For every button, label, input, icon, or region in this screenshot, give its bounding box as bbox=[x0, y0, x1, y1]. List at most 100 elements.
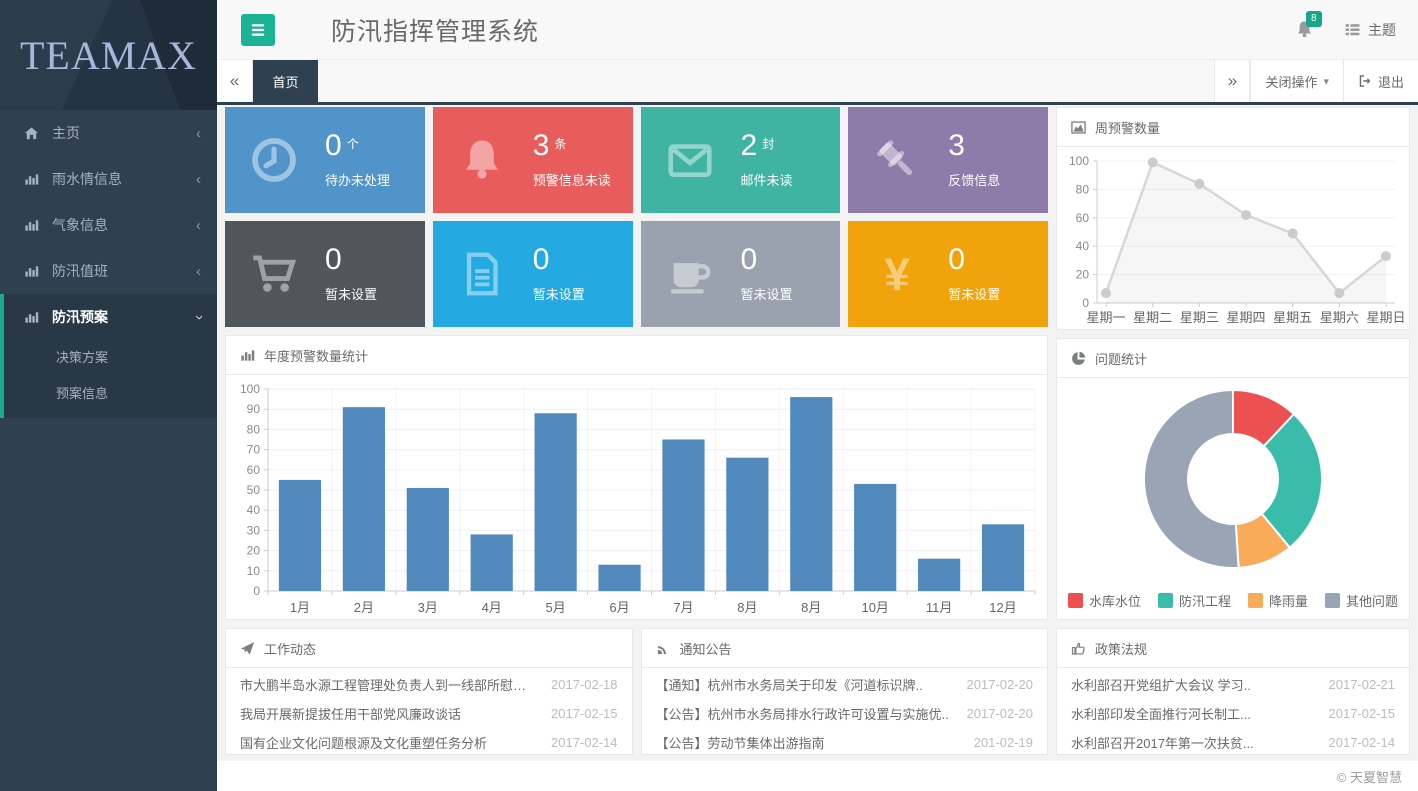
svg-text:40: 40 bbox=[247, 503, 261, 517]
stat-card-unset-money[interactable]: ¥0暂未设置 bbox=[848, 221, 1048, 327]
menu-toggle-button[interactable] bbox=[241, 14, 275, 46]
logout-button[interactable]: 退出 bbox=[1343, 60, 1418, 102]
theme-label: 主题 bbox=[1368, 20, 1396, 40]
line-chart-svg: 020406080100星期一星期二星期三星期四星期五星期六星期日 bbox=[1057, 147, 1409, 329]
dashboard-content: 0个待办未处理3条预警信息未读2封邮件未读3反馈信息0暂未设置0暂未设置0暂未设… bbox=[217, 105, 1418, 761]
work-trends-panel: 工作动态 市大鹏半岛水源工程管理处负责人到一线部所慰问新春2017-02-18我… bbox=[225, 628, 633, 755]
svg-text:5月: 5月 bbox=[546, 600, 566, 615]
issue-stats-panel: 问题统计 水库水位防汛工程 降雨量其他问题 bbox=[1056, 338, 1410, 620]
work-news-item[interactable]: 国有企业文化问题根源及文化重塑任务分析2017-02-14 bbox=[240, 728, 618, 757]
legend-item[interactable]: 防汛工程 bbox=[1158, 591, 1231, 610]
logout-label: 退出 bbox=[1378, 72, 1404, 91]
svg-text:7月: 7月 bbox=[673, 600, 693, 615]
notice-news-item[interactable]: 【公告】劳动节集体出游指南201-02-19 bbox=[656, 728, 1034, 757]
svg-text:星期二: 星期二 bbox=[1133, 310, 1172, 325]
app-root: TEAMAX 主页‹雨水情信息‹气象信息‹防汛值班‹防汛预案‹决策方案预案信息 … bbox=[0, 0, 1418, 791]
panel-title: 问题统计 bbox=[1095, 349, 1147, 368]
bottom-row: 工作动态 市大鹏半岛水源工程管理处负责人到一线部所慰问新春2017-02-18我… bbox=[225, 628, 1048, 755]
scroll-tabs-right-button[interactable]: » bbox=[1214, 60, 1250, 102]
svg-text:70: 70 bbox=[247, 443, 261, 457]
sidebar-item-rainfall-info[interactable]: 雨水情信息‹ bbox=[0, 156, 217, 202]
sidebar-item-weather-info[interactable]: 气象信息‹ bbox=[0, 202, 217, 248]
policy-news-item[interactable]: 水利部召开党组扩大会议 学习..2017-02-21 bbox=[1071, 670, 1395, 699]
sidebar-item-flood-plan[interactable]: 防汛预案‹ bbox=[4, 294, 217, 340]
rss-icon bbox=[656, 641, 671, 656]
week-warning-panel: 周预警数量 020406080100星期一星期二星期三星期四星期五星期六星期日 bbox=[1056, 107, 1410, 330]
svg-text:8月: 8月 bbox=[737, 600, 757, 615]
stat-card-warnings-unread[interactable]: 3条预警信息未读 bbox=[433, 107, 633, 213]
angle-left-icon: ‹ bbox=[196, 171, 201, 188]
caret-down-icon: ▾ bbox=[1323, 75, 1329, 88]
sidebar-item-label: 防汛预案 bbox=[52, 307, 196, 327]
legend-item[interactable]: 水库水位 bbox=[1068, 591, 1141, 610]
close-operations-dropdown[interactable]: 关闭操作 ▾ bbox=[1250, 60, 1343, 102]
stat-value: 0 bbox=[948, 245, 965, 275]
year-warning-panel-header: 年度预警数量统计 bbox=[226, 336, 1047, 375]
sidebar-item-flood-duty[interactable]: 防汛值班‹ bbox=[0, 248, 217, 294]
paper-plane-icon bbox=[240, 641, 255, 656]
area-chart-icon bbox=[1071, 120, 1086, 135]
stat-unit: 封 bbox=[762, 135, 774, 152]
sidebar-subitem-decision-plan[interactable]: 决策方案 bbox=[4, 340, 217, 376]
stat-card-feedback[interactable]: 3反馈信息 bbox=[848, 107, 1048, 213]
sidebar-group-rainfall-info: 雨水情信息‹ bbox=[0, 156, 217, 202]
policy-news-item[interactable]: 水利部召开2017年第一次扶贫...2017-02-14 bbox=[1071, 728, 1395, 757]
svg-text:星期四: 星期四 bbox=[1226, 310, 1265, 325]
stat-cards-grid: 0个待办未处理3条预警信息未读2封邮件未读3反馈信息0暂未设置0暂未设置0暂未设… bbox=[225, 107, 1048, 327]
news-title: 国有企业文化问题根源及文化重塑任务分析 bbox=[240, 733, 539, 752]
copyright: © 天夏智慧 bbox=[1337, 767, 1402, 786]
legend-item[interactable]: 降雨量 bbox=[1248, 591, 1308, 610]
issue-stats-donut-chart: 水库水位防汛工程 降雨量其他问题 bbox=[1057, 378, 1409, 619]
notifications-button[interactable]: 8 bbox=[1295, 20, 1314, 39]
sidebar-subitem-plan-info[interactable]: 预案信息 bbox=[4, 376, 217, 412]
news-title: 【公告】杭州市水务局排水行政许可设置与实施优.. bbox=[656, 704, 955, 723]
stat-card-unset-coffee[interactable]: 0暂未设置 bbox=[641, 221, 841, 327]
angle-left-icon: ‹ bbox=[196, 125, 201, 142]
stat-label: 邮件未读 bbox=[741, 170, 793, 189]
stat-card-todo-pending[interactable]: 0个待办未处理 bbox=[225, 107, 425, 213]
sign-out-icon bbox=[1358, 74, 1372, 88]
legend-label: 降雨量 bbox=[1269, 591, 1308, 610]
stat-value: 3 bbox=[948, 131, 965, 161]
news-title: 【通知】杭州市水务局关于印发《河道标识牌.. bbox=[656, 675, 955, 694]
stat-value: 3 bbox=[533, 131, 550, 161]
svg-text:12月: 12月 bbox=[989, 600, 1016, 615]
svg-text:80: 80 bbox=[247, 422, 261, 436]
bar-chart-icon bbox=[24, 218, 39, 233]
scroll-tabs-left-button[interactable]: « bbox=[217, 60, 253, 102]
panel-title: 工作动态 bbox=[264, 639, 316, 658]
svg-text:10月: 10月 bbox=[861, 600, 888, 615]
stat-card-mail-unread[interactable]: 2封邮件未读 bbox=[641, 107, 841, 213]
news-date: 2017-02-14 bbox=[1329, 735, 1396, 750]
work-news-item[interactable]: 我局开展新提拔任用干部党风廉政谈话2017-02-15 bbox=[240, 699, 618, 728]
svg-text:星期五: 星期五 bbox=[1273, 310, 1312, 325]
work-trends-panel-header: 工作动态 bbox=[226, 629, 632, 668]
svg-text:100: 100 bbox=[240, 382, 260, 396]
work-news-item[interactable]: 市大鹏半岛水源工程管理处负责人到一线部所慰问新春2017-02-18 bbox=[240, 670, 618, 699]
svg-text:10: 10 bbox=[247, 564, 261, 578]
stat-unit: 条 bbox=[554, 135, 566, 152]
news-title: 水利部召开党组扩大会议 学习.. bbox=[1071, 675, 1317, 694]
angle-left-icon: ‹ bbox=[196, 263, 201, 280]
notice-news-item[interactable]: 【公告】杭州市水务局排水行政许可设置与实施优..2017-02-20 bbox=[656, 699, 1034, 728]
year-warning-bar-chart: 01020304050607080901001月2月3月4月5月6月7月8月8月… bbox=[226, 375, 1047, 619]
svg-text:90: 90 bbox=[247, 402, 261, 416]
sidebar-item-home[interactable]: 主页‹ bbox=[0, 110, 217, 156]
tab-bar: « 首页 » 关闭操作 ▾ 退出 bbox=[217, 60, 1418, 105]
theme-button[interactable]: 主题 bbox=[1344, 20, 1396, 40]
stat-card-unset-file[interactable]: 0暂未设置 bbox=[433, 221, 633, 327]
angle-double-left-icon: « bbox=[230, 71, 239, 91]
svg-text:20: 20 bbox=[1076, 268, 1090, 282]
app-title: 防汛指挥管理系统 bbox=[331, 12, 539, 48]
close-operations-label: 关闭操作 bbox=[1265, 72, 1317, 91]
stat-card-unset-cart[interactable]: 0暂未设置 bbox=[225, 221, 425, 327]
sidebar-item-label: 防汛值班 bbox=[52, 261, 196, 281]
panel-title: 年度预警数量统计 bbox=[264, 346, 368, 365]
svg-text:40: 40 bbox=[1076, 239, 1090, 253]
policy-news-item[interactable]: 水利部印发全面推行河长制工...2017-02-15 bbox=[1071, 699, 1395, 728]
svg-text:30: 30 bbox=[247, 523, 261, 537]
tab-home[interactable]: 首页 bbox=[253, 60, 318, 102]
legend-item[interactable]: 其他问题 bbox=[1325, 591, 1398, 610]
notice-news-item[interactable]: 【通知】杭州市水务局关于印发《河道标识牌..2017-02-20 bbox=[656, 670, 1034, 699]
stat-value: 0 bbox=[325, 245, 342, 275]
